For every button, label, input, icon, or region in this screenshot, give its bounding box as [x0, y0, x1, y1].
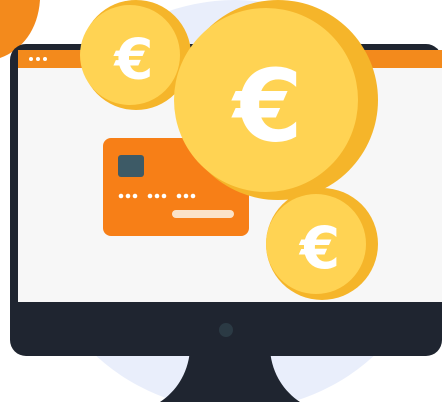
- euro-icon: €: [298, 214, 340, 282]
- webcam-dot: [219, 323, 233, 337]
- payment-illustration: € € €: [0, 0, 442, 402]
- euro-coin-right: €: [266, 188, 378, 300]
- card-chip: [118, 155, 144, 177]
- euro-icon: €: [113, 28, 154, 93]
- three-dots-icon: [29, 57, 47, 61]
- euro-icon: €: [231, 48, 303, 165]
- illustration-canvas: € € €: [0, 0, 442, 402]
- card-name-bar: [172, 210, 234, 218]
